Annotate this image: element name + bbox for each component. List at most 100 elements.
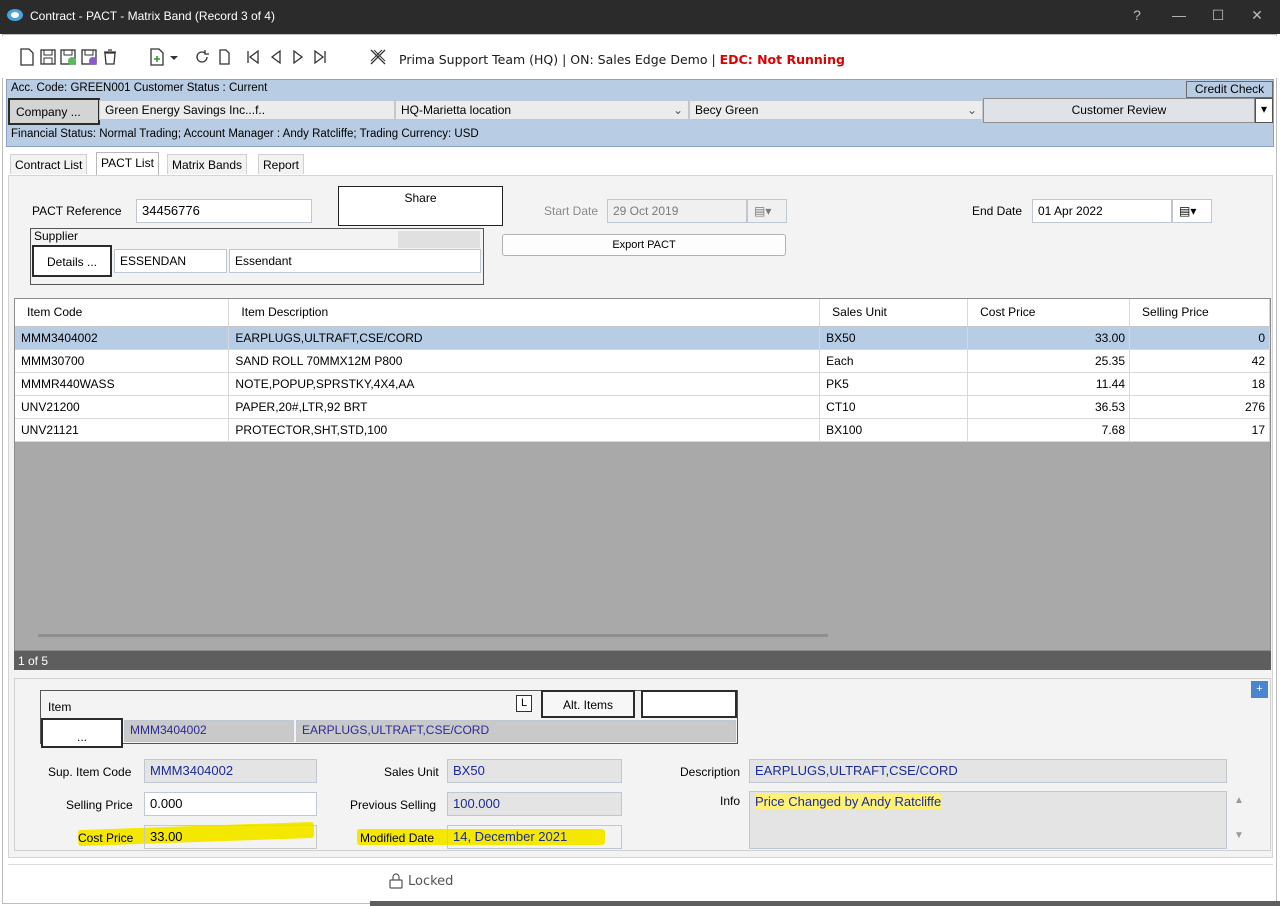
cell-sales-unit: CT10 — [819, 395, 969, 419]
table-row[interactable]: UNV21200 PAPER,20#,LTR,92 BRT CT10 36.53… — [15, 395, 1270, 419]
cost-price-field[interactable]: 33.00 — [144, 825, 317, 849]
tab-report[interactable]: Report — [258, 154, 305, 174]
item-lookup-button[interactable]: ... — [41, 718, 123, 748]
table-row[interactable]: MMM3404002 EARPLUGS,ULTRAFT,CSE/CORD BX5… — [15, 326, 1270, 350]
last-record-icon[interactable] — [311, 48, 329, 66]
info-field[interactable]: Price Changed by Andy Ratcliffe — [749, 791, 1227, 849]
cell-cost-price: 7.68 — [967, 418, 1131, 442]
column-header-item-description[interactable]: Item Description — [228, 299, 821, 327]
cell-cost-price: 25.35 — [967, 349, 1131, 373]
cell-item-description: NOTE,POPUP,SPRSTKY,4X4,AA — [228, 372, 821, 396]
first-record-icon[interactable] — [244, 48, 262, 66]
chevron-down-icon[interactable] — [169, 48, 179, 66]
cell-sales-unit: PK5 — [819, 372, 969, 396]
column-header-cost-price[interactable]: Cost Price — [967, 299, 1131, 327]
review-dropdown-button[interactable]: ▾ — [1255, 98, 1273, 123]
app-icon — [7, 9, 23, 21]
minimize-button[interactable]: — — [1164, 7, 1194, 23]
description-label: Description — [680, 765, 741, 779]
column-header-item-code[interactable]: Item Code — [15, 299, 230, 327]
calendar-icon: ▤▾ — [754, 204, 772, 218]
delete-icon[interactable] — [101, 48, 119, 66]
supplier-header-cell — [398, 231, 480, 248]
pact-items-grid[interactable]: Item Code Item Description Sales Unit Co… — [14, 298, 1271, 651]
cell-item-code: MMM30700 — [15, 349, 230, 373]
l-button[interactable]: L — [516, 695, 532, 712]
contact-select[interactable]: Becy Green ⌄ — [689, 100, 983, 120]
document-icon[interactable] — [215, 48, 233, 66]
end-date-field[interactable]: 01 Apr 2022 — [1032, 199, 1172, 223]
modified-date-field[interactable]: 14, December 2021 — [447, 825, 622, 849]
start-date-calendar-button[interactable]: ▤▾ — [747, 199, 787, 223]
next-record-icon[interactable] — [289, 48, 307, 66]
lock-icon — [389, 873, 403, 889]
pact-reference-label: PACT Reference — [32, 204, 122, 218]
alt-items-field[interactable] — [641, 690, 737, 718]
tab-contract-list[interactable]: Contract List — [10, 154, 88, 174]
export-pact-button[interactable]: Export PACT — [502, 234, 786, 256]
new-icon[interactable] — [18, 48, 36, 66]
cell-selling-price: 17 — [1129, 418, 1270, 442]
save-icon[interactable] — [39, 48, 57, 66]
close-button[interactable]: ✕ — [1242, 7, 1272, 24]
sup-item-code-field[interactable]: MMM3404002 — [144, 759, 317, 783]
table-row[interactable]: UNV21121 PROTECTOR,SHT,STD,100 BX100 7.6… — [15, 418, 1270, 442]
save-close-icon[interactable] — [59, 48, 77, 66]
item-code-field[interactable]: MMM3404002 — [124, 720, 294, 742]
modified-date-label: Modified Date — [360, 831, 435, 845]
supplier-name-field[interactable]: Essendant — [229, 249, 481, 273]
sales-unit-field[interactable]: BX50 — [447, 759, 622, 783]
description-field[interactable]: EARPLUGS,ULTRAFT,CSE/CORD — [749, 759, 1227, 783]
cell-item-description: PAPER,20#,LTR,92 BRT — [228, 395, 821, 419]
help-button[interactable]: ? — [1122, 7, 1152, 23]
info-text: Price Changed by Andy Ratcliffe — [755, 794, 942, 809]
credit-check-button[interactable]: Credit Check — [1186, 81, 1273, 98]
cell-cost-price: 36.53 — [967, 395, 1131, 419]
customer-review-button[interactable]: Customer Review — [983, 98, 1255, 123]
column-header-selling-price[interactable]: Selling Price — [1129, 299, 1270, 327]
item-description-field[interactable]: EARPLUGS,ULTRAFT,CSE/CORD — [296, 720, 736, 742]
info-scrollbar[interactable]: ▲ ▼ — [1229, 791, 1249, 849]
column-header-sales-unit[interactable]: Sales Unit — [819, 299, 969, 327]
pact-reference-field[interactable]: 34456776 — [136, 199, 312, 223]
maximize-button[interactable]: ☐ — [1203, 7, 1233, 24]
horizontal-scrollbar[interactable] — [38, 634, 828, 637]
cell-cost-price: 33.00 — [967, 326, 1131, 350]
previous-selling-field[interactable]: 100.000 — [447, 792, 622, 816]
location-select[interactable]: HQ-Marietta location ⌄ — [395, 100, 689, 120]
info-label: Info — [720, 794, 741, 808]
tab-matrix-bands[interactable]: Matrix Bands — [167, 154, 248, 174]
refresh-icon[interactable] — [193, 48, 211, 66]
expand-plus-button[interactable]: + — [1251, 681, 1268, 698]
start-date-field[interactable]: 29 Oct 2019 — [607, 199, 747, 223]
save-new-icon[interactable] — [80, 48, 98, 66]
items-table: Item Code Item Description Sales Unit Co… — [15, 299, 1270, 442]
locked-label: Locked — [408, 874, 454, 889]
edc-status: EDC: Not Running — [719, 52, 845, 67]
table-row[interactable]: MMM30700 SAND ROLL 70MMX12M P800 Each 25… — [15, 349, 1270, 373]
close-record-icon[interactable] — [369, 48, 387, 66]
account-header: Acc. Code: GREEN001 Customer Status : Cu… — [6, 79, 1274, 147]
company-button[interactable]: Company ... — [8, 98, 100, 125]
supplier-code-field[interactable]: ESSENDAN — [114, 249, 227, 273]
add-document-icon[interactable] — [148, 48, 166, 66]
previous-record-icon[interactable] — [267, 48, 285, 66]
end-date-calendar-button[interactable]: ▤▾ — [1172, 199, 1212, 223]
cell-item-description: PROTECTOR,SHT,STD,100 — [228, 418, 821, 442]
scroll-down-icon: ▼ — [1234, 830, 1244, 841]
table-row[interactable]: MMMR440WASS NOTE,POPUP,SPRSTKY,4X4,AA PK… — [15, 372, 1270, 396]
selling-price-field[interactable]: 0.000 — [144, 792, 317, 816]
share-button[interactable]: Share — [338, 186, 503, 226]
cell-selling-price: 42 — [1129, 349, 1270, 373]
session-info-text: Prima Support Team (HQ) | ON: Sales Edge… — [399, 52, 720, 67]
tab-pact-list[interactable]: PACT List — [96, 152, 159, 175]
sup-item-code-label: Sup. Item Code — [48, 765, 132, 779]
cell-item-code: MMM3404002 — [15, 326, 230, 350]
cell-item-code: MMMR440WASS — [15, 372, 230, 396]
cell-selling-price: 276 — [1129, 395, 1270, 419]
alt-items-button[interactable]: Alt. Items — [541, 690, 635, 718]
company-name-field[interactable]: Green Energy Savings Inc...f.. — [99, 100, 395, 120]
supplier-details-button[interactable]: Details ... — [32, 245, 112, 277]
cell-item-code: UNV21121 — [15, 418, 230, 442]
cell-item-description: EARPLUGS,ULTRAFT,CSE/CORD — [228, 326, 821, 350]
